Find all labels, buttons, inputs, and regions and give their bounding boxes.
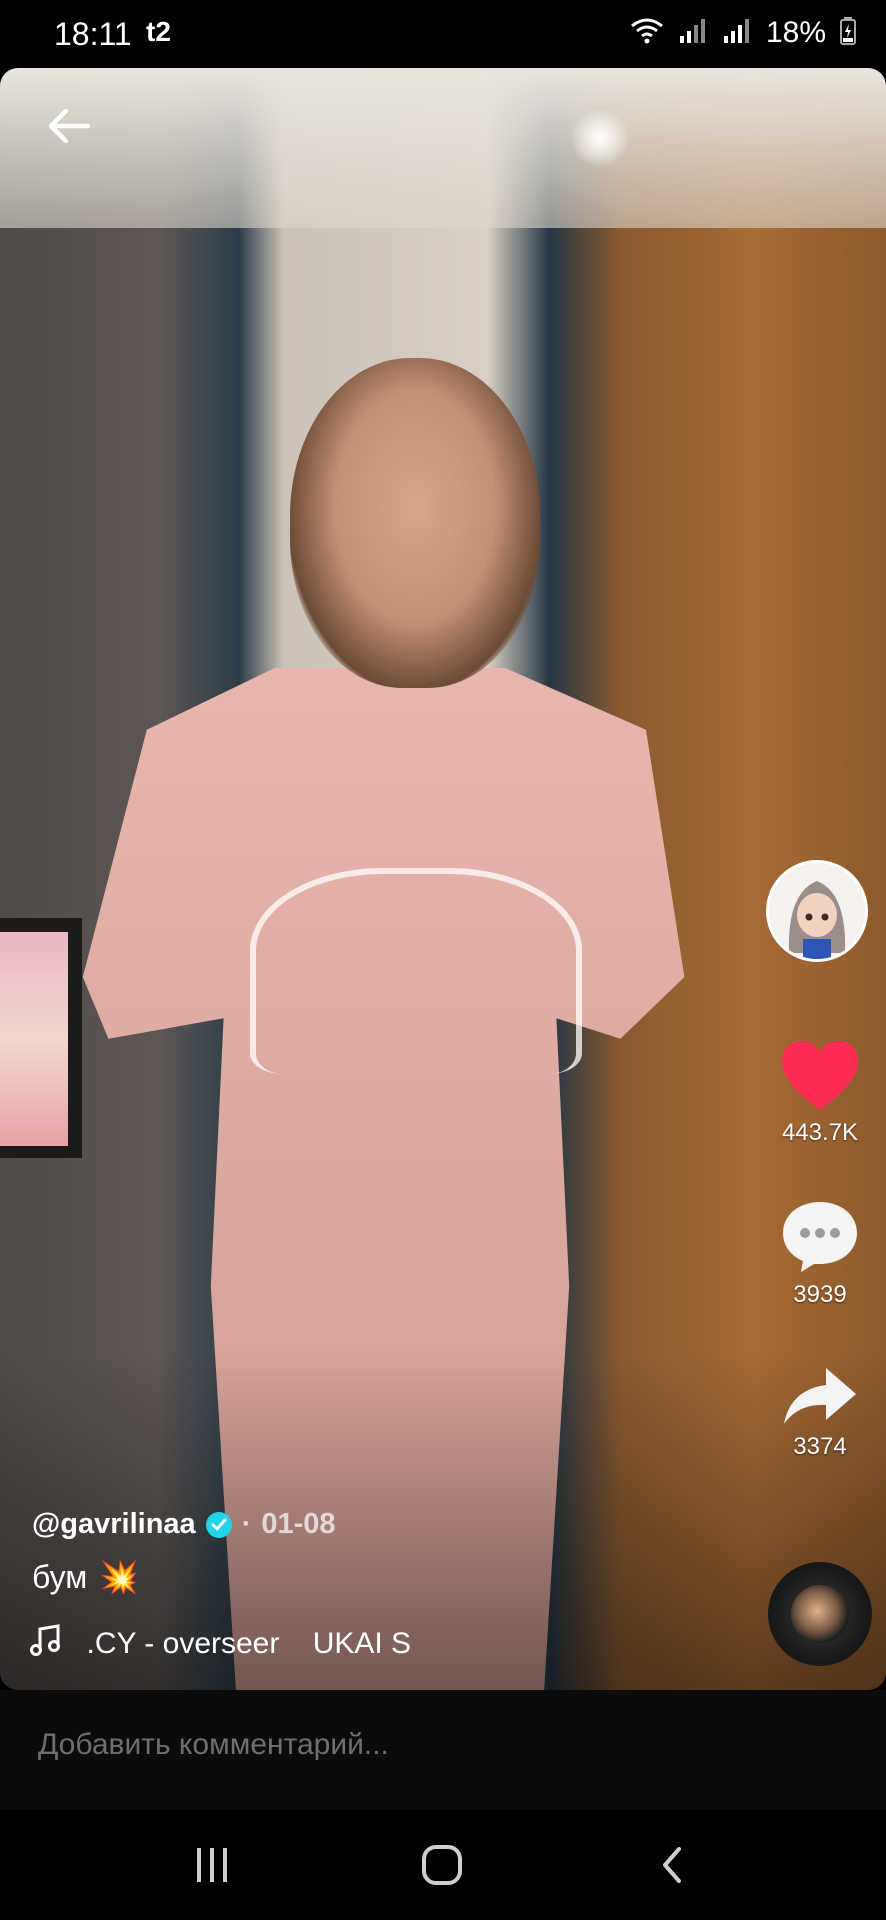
post-date: 01-08 [261, 1508, 336, 1540]
signal-icon [722, 18, 752, 49]
share-icon [782, 1368, 858, 1430]
video-scene-picture [0, 918, 82, 1158]
home-icon [420, 1843, 464, 1892]
comment-icon [781, 1202, 859, 1278]
author-username[interactable]: @gavrilinaa [32, 1508, 196, 1541]
author-avatar[interactable] [766, 860, 868, 962]
verified-icon [205, 1511, 232, 1538]
wifi-icon [630, 17, 664, 50]
share-count: 3374 [793, 1433, 847, 1460]
status-indicators: 18% [630, 16, 856, 50]
battery-icon [840, 16, 856, 50]
date-separator: · [241, 1508, 252, 1540]
video-scene-ceiling [0, 68, 886, 228]
caption-emoji: 💥 [99, 1559, 140, 1595]
heart-icon [780, 1041, 860, 1116]
caption-text: бум [32, 1558, 88, 1595]
recent-apps-button[interactable] [182, 1840, 242, 1894]
comment-count: 3939 [793, 1281, 847, 1308]
status-time: 18:11 [54, 16, 132, 52]
comment-bar[interactable]: Добавить комментарий... [0, 1690, 886, 1810]
back-arrow-icon [46, 106, 91, 151]
like-button[interactable]: 443.7K [760, 1040, 880, 1147]
author-row: @gavrilinaa · 01-08 [32, 1508, 336, 1541]
status-bar: 18:11 t2 18% [0, 0, 886, 68]
like-count: 443.7K [781, 1119, 859, 1146]
back-button[interactable] [40, 100, 96, 156]
signal-icon [678, 18, 708, 49]
music-title: .CY - overseer UKAI S [84, 1627, 412, 1660]
carrier-label: t2 [146, 16, 171, 47]
video-scene-light [570, 108, 630, 168]
home-button[interactable] [412, 1840, 472, 1894]
music-cover-image [791, 1585, 849, 1643]
system-back-button[interactable] [642, 1840, 702, 1894]
music-disc[interactable] [768, 1562, 872, 1666]
system-nav-bar [0, 1810, 886, 1920]
chevron-left-icon [657, 1845, 687, 1890]
share-button[interactable]: 3374 [760, 1366, 880, 1461]
post-caption: бум 💥 [32, 1558, 139, 1596]
video-player[interactable] [0, 68, 886, 1690]
video-subject-head [290, 358, 540, 688]
music-note-icon [30, 1624, 62, 1664]
comment-input[interactable]: Добавить комментарий... [38, 1728, 389, 1762]
music-row[interactable]: .CY - overseer UKAI S [30, 1624, 411, 1664]
battery-percent: 18% [765, 16, 826, 49]
comment-button[interactable]: 3939 [760, 1200, 880, 1309]
dress-print-graphic [250, 868, 582, 1074]
recent-apps-icon [192, 1845, 232, 1890]
